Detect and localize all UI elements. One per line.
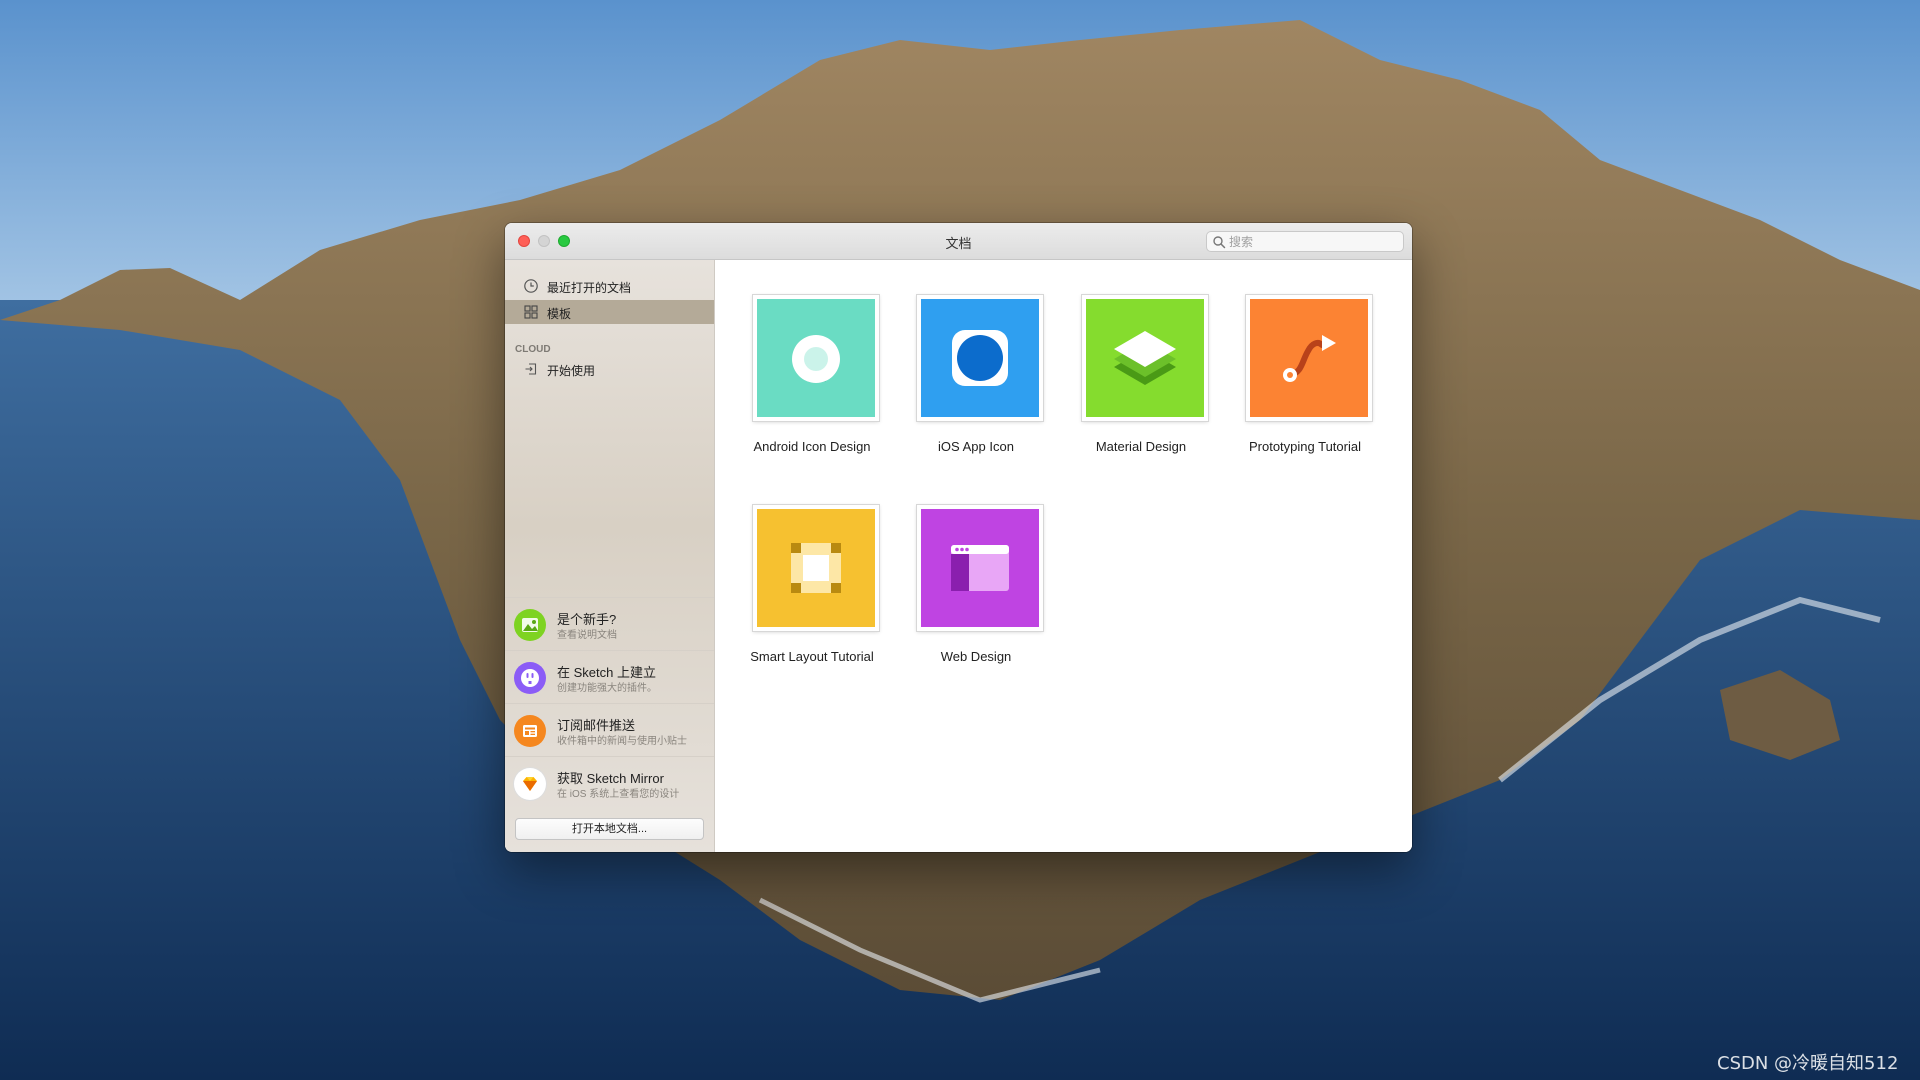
promo-sketch-mirror[interactable]: 获取 Sketch Mirror 在 iOS 系统上查看您的设计 [505, 756, 714, 809]
promo-subtitle: 在 iOS 系统上查看您的设计 [557, 789, 680, 800]
search-input[interactable] [1229, 233, 1399, 250]
landscape-icon [514, 609, 546, 641]
promo-subtitle: 收件箱中的新闻与使用小贴士 [557, 736, 687, 747]
promo-subtitle: 查看说明文档 [557, 630, 617, 641]
promo-newsletter[interactable]: 订阅邮件推送 收件箱中的新闻与使用小贴士 [505, 703, 714, 756]
ios-app-icon-thumbnail [917, 295, 1043, 421]
grid-icon [524, 305, 538, 319]
sidebar-item-templates[interactable]: 模板 [505, 300, 714, 324]
sidebar: 最近打开的文档 模板 CLOUD 开始使用 是个新手? 查看说明文档 在 Ske… [505, 260, 715, 852]
plugin-icon [514, 662, 546, 694]
sign-in-icon [525, 363, 537, 375]
template-prototyping-tutorial[interactable]: Prototyping Tutorial [1208, 295, 1373, 485]
promo-new-user[interactable]: 是个新手? 查看说明文档 [505, 597, 714, 650]
sidebar-item-get-started[interactable]: 开始使用 [505, 357, 714, 381]
template-label: Web Design [940, 649, 1012, 664]
template-material-design[interactable]: Material Design [1044, 295, 1209, 485]
promo-build-plugins[interactable]: 在 Sketch 上建立 创建功能强大的插件。 [505, 650, 714, 703]
title-bar[interactable]: 文档 [505, 223, 1412, 260]
open-local-document-button[interactable]: 打开本地文档... [515, 818, 704, 840]
smart-layout-thumbnail [753, 505, 879, 631]
sidebar-item-label: 模板 [547, 307, 572, 321]
search-field[interactable] [1206, 231, 1404, 252]
template-ios-app-icon[interactable]: iOS App Icon [879, 295, 1044, 485]
watermark-text: CSDN @冷暖自知512 [1717, 1053, 1899, 1074]
desktop-wallpaper: 文档 最近打开的文档 [0, 0, 1920, 1080]
template-web-design[interactable]: Web Design [879, 505, 1044, 695]
template-gallery: Android Icon Design iOS App Icon Materia… [715, 260, 1412, 852]
promo-subtitle: 创建功能强大的插件。 [557, 683, 657, 694]
sketch-documents-window: 文档 最近打开的文档 [505, 223, 1412, 852]
sidebar-item-recent[interactable]: 最近打开的文档 [505, 274, 714, 298]
template-android-icon-design[interactable]: Android Icon Design [715, 295, 880, 485]
sidebar-item-label: 最近打开的文档 [547, 281, 632, 295]
template-smart-layout-tutorial[interactable]: Smart Layout Tutorial [715, 505, 880, 695]
template-label: Prototyping Tutorial [1248, 439, 1361, 454]
search-icon [1213, 236, 1226, 249]
prototyping-path-thumbnail [1246, 295, 1372, 421]
material-layers-thumbnail [1082, 295, 1208, 421]
section-header-cloud: CLOUD [515, 344, 551, 355]
newsletter-icon [514, 715, 546, 747]
clock-icon [524, 279, 538, 293]
android-icon-design-thumbnail [753, 295, 879, 421]
sidebar-item-label: 开始使用 [547, 364, 596, 378]
sketch-diamond-icon [514, 768, 546, 800]
web-browser-thumbnail [917, 505, 1043, 631]
